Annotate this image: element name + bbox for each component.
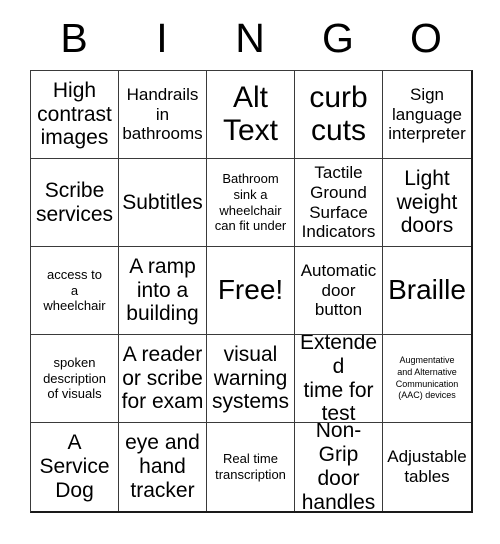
bingo-row: spoken description of visuals A reader or… (31, 335, 471, 423)
bingo-cell-label: Automatic door button (300, 260, 377, 320)
bingo-cell-label: A ramp into a building (126, 254, 199, 326)
bingo-cell-label: A Service Dog (39, 431, 110, 502)
bingo-cell[interactable]: curb cuts (295, 71, 383, 159)
bingo-cell[interactable]: access to a wheelchair (31, 247, 119, 335)
bingo-cell-label: High contrast images (37, 78, 112, 150)
bingo-cell-label: spoken description of visuals (43, 354, 106, 402)
bingo-cell[interactable]: Alt Text (207, 71, 295, 159)
bingo-cell-label: curb cuts (309, 81, 368, 147)
bingo-cell-label: eye and hand tracker (125, 431, 200, 502)
bingo-row: Scribe services Subtitles Bathroom sink a … (31, 159, 471, 247)
bingo-header-letter-o: O (410, 14, 442, 61)
bingo-cell[interactable]: Bathroom sink a wheelchair can fit under (207, 159, 295, 247)
bingo-cell[interactable]: High contrast images (31, 71, 119, 159)
bingo-cell-label: Bathroom sink a wheelchair can fit under (214, 170, 287, 234)
bingo-header-letter-b: B (60, 14, 88, 61)
bingo-row: High contrast images Handrails in bathroo… (31, 71, 471, 159)
bingo-cell-label: Braille (388, 274, 466, 306)
bingo-row: access to a wheelchair A ramp into a buil… (31, 247, 471, 335)
bingo-cell-label: Handrails in bathrooms (122, 84, 203, 144)
bingo-cell-label: Sign language interpreter (388, 84, 466, 144)
bingo-cell[interactable]: spoken description of visuals (31, 335, 119, 423)
bingo-cell[interactable]: Extended time for test (295, 335, 383, 423)
bingo-cell-label: Extended time for test (299, 335, 378, 423)
bingo-cell-label: Scribe services (35, 178, 114, 226)
bingo-cell[interactable]: Augmentative and Alternative Communicati… (383, 335, 471, 423)
bingo-cell[interactable]: A ramp into a building (119, 247, 207, 335)
bingo-cell[interactable]: visual warning systems (207, 335, 295, 423)
bingo-cell[interactable]: Sign language interpreter (383, 71, 471, 159)
bingo-cell-label: Tactile Ground Surface Indicators (301, 163, 376, 242)
bingo-cell[interactable]: A Service Dog (31, 423, 119, 511)
bingo-cell-label: Non-Grip door handles (301, 423, 376, 511)
bingo-header-letter-i: I (156, 14, 168, 61)
bingo-cell[interactable]: Braille (383, 247, 471, 335)
bingo-grid: High contrast images Handrails in bathroo… (30, 70, 473, 513)
bingo-cell[interactable]: Scribe services (31, 159, 119, 247)
bingo-cell[interactable]: A reader or scribe for exam (119, 335, 207, 423)
bingo-cell-label: Real time transcription (215, 451, 286, 482)
bingo-header-row: B I N G O (30, 8, 470, 70)
bingo-cell-label: Free! (217, 274, 284, 306)
bingo-header-letter-n: N (235, 14, 265, 61)
bingo-header-letter-g: G (322, 14, 354, 61)
bingo-cell-label: access to a wheelchair (43, 266, 106, 314)
bingo-cell[interactable]: Real time transcription (207, 423, 295, 511)
bingo-cell-label: Subtitles (122, 190, 203, 214)
bingo-cell-label: Augmentative and Alternative Communicati… (395, 354, 459, 401)
bingo-cell[interactable]: Tactile Ground Surface Indicators (295, 159, 383, 247)
bingo-cell-label: Adjustable tables (387, 447, 467, 486)
bingo-cell-label: Light weight doors (396, 166, 458, 238)
bingo-cell[interactable]: Non-Grip door handles (295, 423, 383, 511)
bingo-cell-label: A reader or scribe for exam (121, 342, 204, 414)
bingo-cell[interactable]: Adjustable tables (383, 423, 471, 511)
bingo-card: B I N G O High contrast images Handrails … (30, 8, 473, 513)
bingo-cell[interactable]: Handrails in bathrooms (119, 71, 207, 159)
bingo-cell[interactable]: Subtitles (119, 159, 207, 247)
bingo-cell[interactable]: Free! (207, 247, 295, 335)
bingo-cell-label: visual warning systems (211, 342, 289, 414)
bingo-cell[interactable]: eye and hand tracker (119, 423, 207, 511)
bingo-cell[interactable]: Automatic door button (295, 247, 383, 335)
bingo-cell[interactable]: Light weight doors (383, 159, 471, 247)
bingo-row: A Service Dog eye and hand tracker Real ti… (31, 423, 471, 511)
bingo-cell-label: Alt Text (222, 81, 279, 147)
